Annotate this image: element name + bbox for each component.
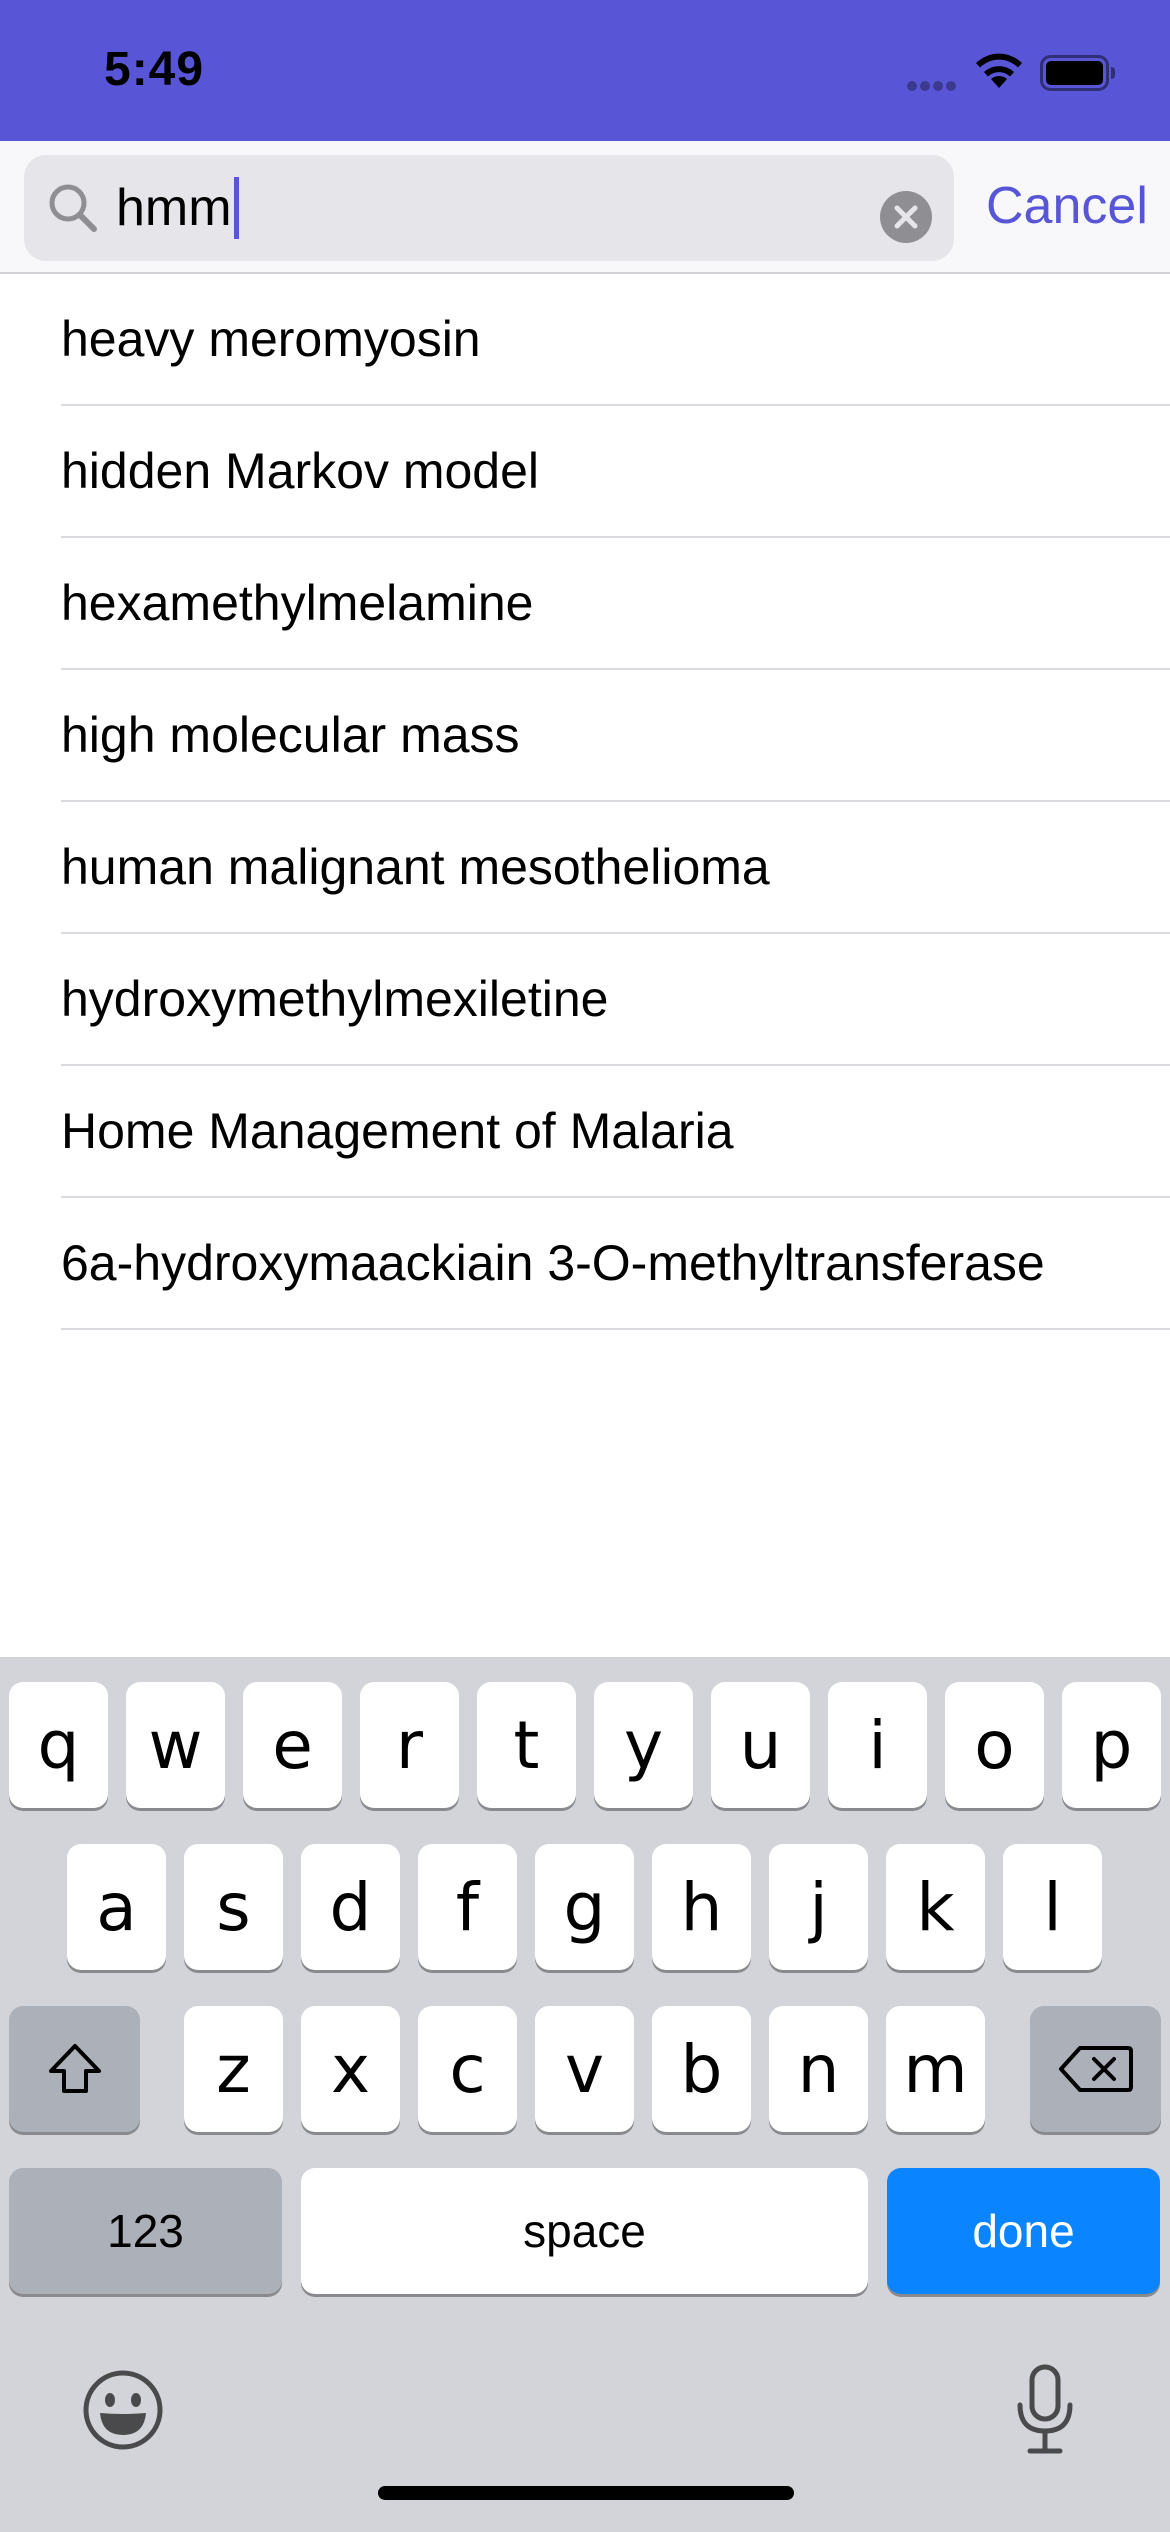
status-time: 5:49 [104, 43, 205, 96]
key-i[interactable]: i [828, 1682, 927, 1808]
list-item[interactable]: hidden Markov model [0, 406, 1170, 538]
wifi-icon [976, 53, 1022, 88]
list-item[interactable]: human malignant mesothelioma [0, 802, 1170, 934]
microphone-icon[interactable] [1010, 2363, 1080, 2457]
list-item-label: high molecular mass [61, 707, 520, 763]
list-item[interactable]: heavy meromyosin [0, 274, 1170, 406]
shift-icon [48, 2044, 101, 2093]
key-z[interactable]: z [184, 2006, 283, 2132]
list-item-label: heavy meromyosin [61, 311, 481, 367]
key-r[interactable]: r [360, 1682, 459, 1808]
key-s[interactable]: s [184, 1844, 283, 1970]
key-m[interactable]: m [886, 2006, 985, 2132]
key-f[interactable]: f [418, 1844, 517, 1970]
key-x[interactable]: x [301, 2006, 400, 2132]
search-field[interactable]: hmm [24, 155, 954, 261]
results-list: heavy meromyosin hidden Markov model hex… [0, 274, 1170, 1330]
numbers-key[interactable]: 123 [9, 2168, 282, 2294]
key-d[interactable]: d [301, 1844, 400, 1970]
key-n[interactable]: n [769, 2006, 868, 2132]
key-c[interactable]: c [418, 2006, 517, 2132]
list-item[interactable]: 6a-hydroxymaackiain 3-O-methyltransferas… [0, 1198, 1170, 1330]
list-item-label: Home Management of Malaria [61, 1103, 734, 1159]
list-item[interactable]: Home Management of Malaria [0, 1066, 1170, 1198]
backspace-key[interactable] [1030, 2006, 1161, 2132]
status-bar: 5:49 [0, 0, 1170, 141]
separator [61, 1328, 1170, 1330]
search-header: hmm Cancel [0, 141, 1170, 274]
search-icon [49, 184, 97, 232]
list-item[interactable]: hexamethylmelamine [0, 538, 1170, 670]
emoji-icon[interactable] [82, 2369, 164, 2451]
clear-icon[interactable] [880, 191, 932, 243]
key-q[interactable]: q [9, 1682, 108, 1808]
list-item-label: human malignant mesothelioma [61, 839, 770, 895]
cancel-button[interactable]: Cancel [986, 175, 1148, 237]
list-item[interactable]: high molecular mass [0, 670, 1170, 802]
search-input-value: hmm [116, 179, 232, 237]
list-item[interactable]: hydroxymethylmexiletine [0, 934, 1170, 1066]
key-a[interactable]: a [67, 1844, 166, 1970]
key-l[interactable]: l [1003, 1844, 1102, 1970]
key-j[interactable]: j [769, 1844, 868, 1970]
key-h[interactable]: h [652, 1844, 751, 1970]
cellular-signal-icon [907, 81, 956, 91]
battery-icon [1040, 55, 1115, 91]
key-v[interactable]: v [535, 2006, 634, 2132]
key-y[interactable]: y [594, 1682, 693, 1808]
list-item-label: hydroxymethylmexiletine [61, 971, 609, 1027]
text-caret [233, 177, 239, 239]
home-indicator [378, 2486, 794, 2500]
list-item-label: 6a-hydroxymaackiain 3-O-methyltransferas… [61, 1235, 1045, 1291]
key-k[interactable]: k [886, 1844, 985, 1970]
keyboard: q w e r t y u i o p a s d f g h j k l z … [0, 1657, 1170, 2532]
space-key[interactable]: space [301, 2168, 868, 2294]
list-item-label: hidden Markov model [61, 443, 540, 499]
key-u[interactable]: u [711, 1682, 810, 1808]
key-p[interactable]: p [1062, 1682, 1161, 1808]
backspace-icon [1058, 2046, 1133, 2092]
key-w[interactable]: w [126, 1682, 225, 1808]
done-key[interactable]: done [887, 2168, 1160, 2294]
key-o[interactable]: o [945, 1682, 1044, 1808]
shift-key[interactable] [9, 2006, 140, 2132]
key-g[interactable]: g [535, 1844, 634, 1970]
list-item-label: hexamethylmelamine [61, 575, 534, 631]
search-input[interactable]: hmm [116, 177, 239, 239]
key-t[interactable]: t [477, 1682, 576, 1808]
key-e[interactable]: e [243, 1682, 342, 1808]
key-b[interactable]: b [652, 2006, 751, 2132]
